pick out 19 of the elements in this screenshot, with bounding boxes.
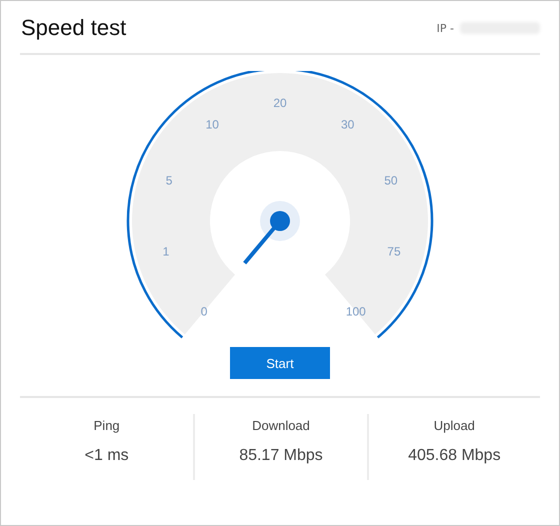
tick-label: 10 [206, 117, 219, 132]
tick-label: 75 [387, 244, 401, 259]
stat-label: Ping [94, 418, 120, 433]
page-title: Speed test [20, 15, 126, 41]
stat-value: <1 ms [84, 447, 129, 465]
tick-label: 20 [273, 96, 287, 110]
stat-value: 405.68 Mbps [408, 447, 501, 465]
stat-value: 85.17 Mbps [239, 447, 323, 465]
tick-label: 5 [166, 174, 172, 188]
start-button[interactable]: Start [230, 347, 330, 379]
tick-label: 0 [200, 304, 208, 318]
stat-label: Upload [434, 418, 475, 433]
tick-label: 1 [162, 244, 170, 259]
tick-label: 50 [384, 174, 398, 188]
needle [243, 201, 300, 264]
stat-label: Download [252, 418, 310, 433]
ip-label: IP - [436, 22, 454, 34]
tick-label: 30 [341, 117, 354, 132]
tick-label: 100 [346, 304, 366, 318]
